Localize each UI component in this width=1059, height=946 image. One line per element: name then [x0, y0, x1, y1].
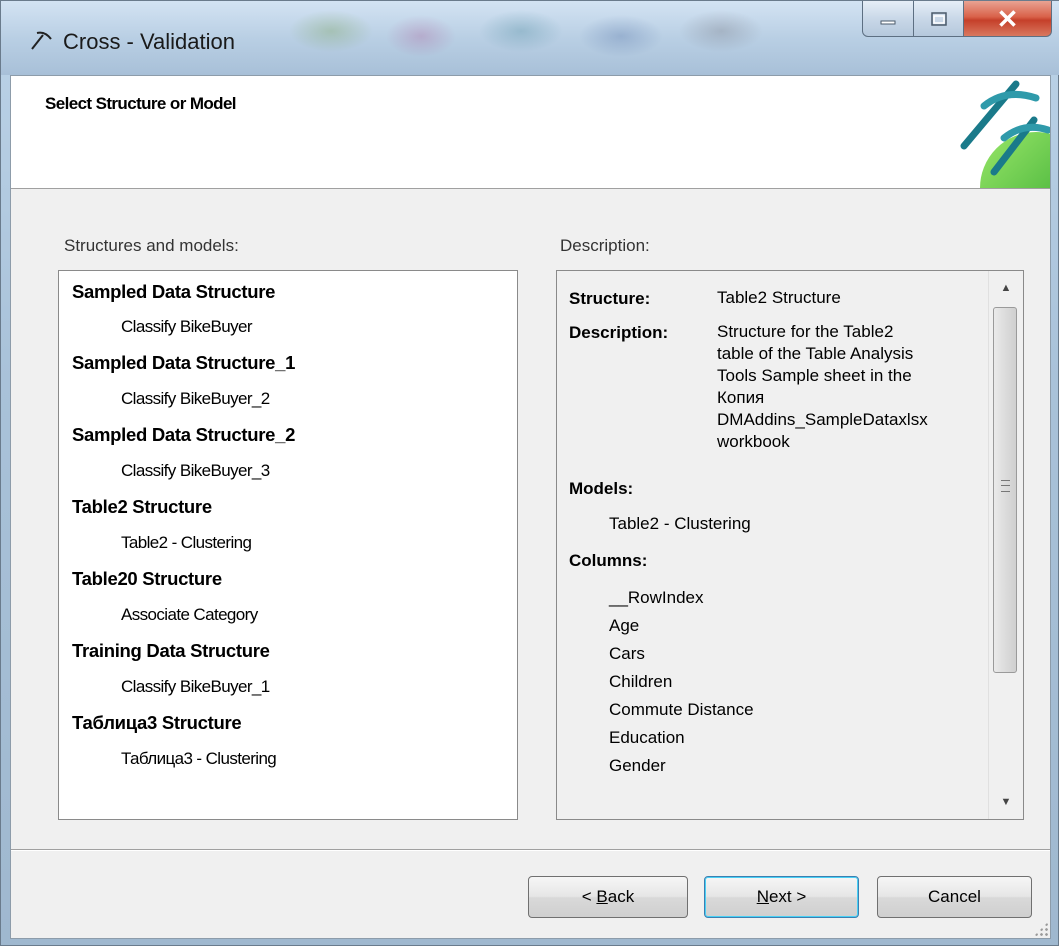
- columns-label: Columns:: [569, 551, 648, 570]
- window-title: Cross - Validation: [63, 29, 235, 54]
- description-line: Tools Sample sheet in the: [717, 366, 912, 385]
- cancel-button[interactable]: Cancel: [877, 876, 1032, 918]
- list-item-model[interactable]: Classify BikeBuyer_3: [121, 461, 270, 481]
- scroll-up-arrow-icon[interactable]: ▲: [989, 271, 1023, 305]
- structures-label: Structures and models:: [64, 236, 239, 255]
- window-controls: ✕: [862, 1, 1052, 39]
- column-entry: Age: [609, 616, 640, 635]
- description-label: Description:: [560, 236, 650, 255]
- structure-field-label: Structure:: [569, 289, 651, 308]
- minimize-button[interactable]: [862, 1, 914, 37]
- grip-icon: [1001, 480, 1010, 492]
- cross-validation-window: Cross - Validation ✕ Select Structure or…: [0, 0, 1059, 946]
- model-entry: Table2 - Clustering: [609, 514, 751, 533]
- maximize-button[interactable]: [914, 1, 964, 37]
- description-line: Копия: [717, 388, 765, 407]
- list-item-structure[interactable]: Sampled Data Structure_2: [72, 424, 295, 446]
- description-line: Structure for the Table2: [717, 322, 894, 341]
- scroll-down-arrow-icon[interactable]: ▼: [989, 785, 1023, 819]
- structures-list[interactable]: Sampled Data Structure Classify BikeBuye…: [58, 270, 518, 820]
- models-label: Models:: [569, 479, 634, 498]
- description-line: table of the Table Analysis: [717, 344, 914, 363]
- list-item-structure[interactable]: Table2 Structure: [72, 496, 212, 518]
- list-item-structure[interactable]: Table20 Structure: [72, 568, 222, 590]
- back-button[interactable]: < Back: [528, 876, 688, 918]
- footer-separator: [11, 849, 1050, 851]
- list-item-model[interactable]: Table2 - Clustering: [121, 533, 252, 553]
- wizard-client-area: Select Structure or Model Structures and…: [10, 75, 1051, 939]
- pickaxe-icon: [31, 31, 52, 50]
- column-entry: Education: [609, 728, 685, 747]
- title-bar[interactable]: Cross - Validation ✕: [1, 1, 1059, 75]
- list-item-structure[interactable]: Sampled Data Structure_1: [72, 352, 295, 374]
- close-button[interactable]: ✕: [964, 1, 1052, 37]
- description-line: DMAddins_SampleDataxlsx: [717, 410, 928, 429]
- description-scrollbar[interactable]: ▲ ▼: [988, 271, 1023, 819]
- list-item-model[interactable]: Classify BikeBuyer: [121, 317, 253, 337]
- scrollbar-thumb[interactable]: [993, 307, 1017, 673]
- maximize-icon: [930, 11, 947, 26]
- description-field-label: Description:: [569, 323, 669, 342]
- column-entry: Children: [609, 672, 673, 691]
- structure-field-value: Table2 Structure: [717, 288, 841, 307]
- description-content: Structure: Table2 Structure Description:…: [557, 271, 989, 819]
- description-line: workbook: [717, 432, 790, 451]
- back-mnemonic: B: [596, 887, 608, 906]
- data-mining-logo-icon: [960, 80, 1050, 188]
- minimize-icon: [880, 20, 896, 24]
- resize-grip-icon[interactable]: [1034, 922, 1048, 936]
- list-item-model[interactable]: Classify BikeBuyer_1: [121, 677, 270, 697]
- list-item-model[interactable]: Associate Category: [121, 605, 258, 625]
- back-rest: ack: [607, 887, 635, 906]
- column-entry: __RowIndex: [609, 588, 704, 607]
- page-title: Select Structure or Model: [45, 94, 237, 113]
- column-entry: Commute Distance: [609, 700, 754, 719]
- wizard-header: Select Structure or Model: [11, 76, 1050, 189]
- list-item-structure[interactable]: Sampled Data Structure: [72, 281, 275, 303]
- back-prefix: <: [581, 887, 597, 906]
- column-entry: Gender: [609, 756, 666, 775]
- next-rest: ext >: [768, 887, 807, 906]
- list-item-structure[interactable]: Таблица3 Structure: [72, 712, 242, 734]
- list-item-structure[interactable]: Training Data Structure: [72, 640, 270, 662]
- list-item-model[interactable]: Classify BikeBuyer_2: [121, 389, 270, 409]
- description-box[interactable]: Structure: Table2 Structure Description:…: [556, 270, 1024, 820]
- next-mnemonic: N: [756, 887, 769, 906]
- column-entry: Cars: [609, 644, 645, 663]
- next-button[interactable]: Next >: [704, 876, 859, 918]
- close-icon: ✕: [996, 3, 1019, 34]
- list-item-model[interactable]: Таблица3 - Clustering: [121, 749, 277, 769]
